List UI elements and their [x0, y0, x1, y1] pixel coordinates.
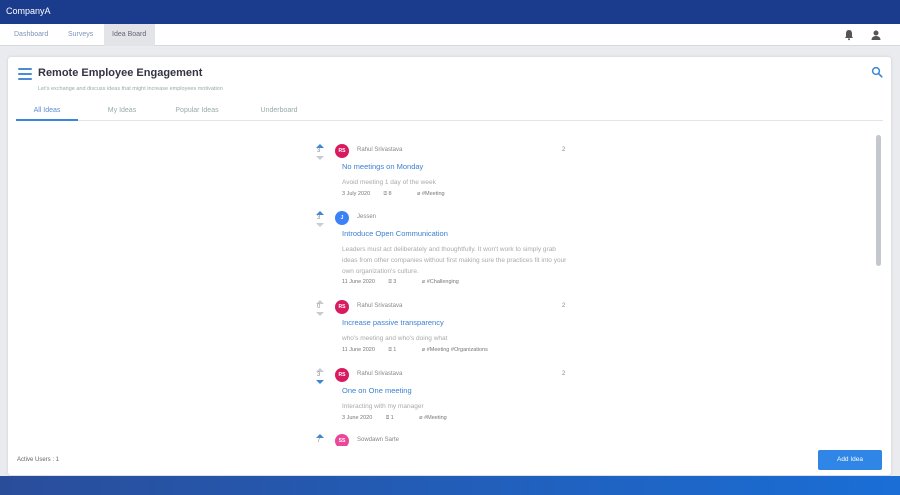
- idea-meta: 3 July 2020 ⌸ 8 ⌀ #Meeting: [342, 191, 469, 198]
- idea-description: Interacting with my manager: [342, 403, 424, 410]
- idea-item: 3 RS Rahul Srivastava 2 No meetings on M…: [314, 144, 574, 204]
- vote-count: 0: [317, 304, 321, 310]
- search-icon[interactable]: [871, 66, 883, 78]
- avatar: J: [335, 211, 349, 225]
- vote-count: 3: [317, 215, 321, 221]
- idea-item: 3 J Jessen Introduce Open Communication …: [314, 211, 574, 291]
- idea-tags: ⌀ #Meeting #Organizations: [421, 347, 488, 353]
- comments-count[interactable]: ⌸ 1: [388, 347, 408, 353]
- idea-tabs: All Ideas My Ideas Popular Ideas Underbo…: [16, 101, 883, 121]
- active-users: Active Users : 1: [17, 457, 60, 463]
- idea-description: Leaders must act deliberately and though…: [342, 246, 567, 275]
- tab-all-ideas[interactable]: All Ideas: [16, 101, 78, 121]
- vote-count: 7: [317, 438, 321, 444]
- page-subtitle: Let's exchange and discuss ideas that mi…: [38, 86, 223, 92]
- idea-author: Sowdawn Sarte: [357, 437, 400, 443]
- idea-item: 7 SS Sowdawn Sarte: [314, 434, 574, 446]
- avatar: RS: [335, 300, 349, 314]
- add-idea-button[interactable]: Add Idea: [818, 450, 882, 470]
- idea-author: Rahul Srivastava: [357, 147, 403, 153]
- idea-item: 0 RS Rahul Srivastava 2 Increase passive…: [314, 300, 574, 360]
- downvote-icon[interactable]: [316, 312, 324, 316]
- bell-icon[interactable]: [843, 29, 855, 41]
- idea-title[interactable]: Increase passive transparency: [342, 318, 444, 327]
- idea-date: 3 July 2020: [342, 191, 371, 197]
- idea-count: 2: [562, 303, 566, 309]
- idea-title[interactable]: Introduce Open Communication: [342, 229, 448, 238]
- idea-title[interactable]: No meetings on Monday: [342, 162, 423, 171]
- idea-meta: 11 June 2020 ⌸ 1 ⌀ #Meeting #Organizatio…: [342, 347, 512, 354]
- idea-date: 11 June 2020: [342, 279, 375, 285]
- comments-count[interactable]: ⌸ 1: [386, 415, 406, 421]
- idea-count: 2: [562, 371, 566, 377]
- idea-tags: ⌀ #Meeting: [417, 191, 445, 197]
- idea-tags: ⌀ #Challenging: [421, 279, 459, 285]
- tab-underboard[interactable]: Underboard: [248, 101, 310, 121]
- page-title: Remote Employee Engagement: [38, 67, 203, 79]
- menu-icon[interactable]: [18, 68, 32, 80]
- comments-count[interactable]: ⌸ 3: [388, 279, 408, 285]
- vote-count: 3: [317, 372, 321, 378]
- app-name: CompanyA: [6, 6, 51, 16]
- idea-description: Avoid meeting 1 day of the week: [342, 179, 436, 186]
- avatar: RS: [335, 144, 349, 158]
- idea-date: 3 June 2020: [342, 415, 373, 421]
- idea-author: Rahul Srivastava: [357, 371, 403, 377]
- scrollbar-thumb[interactable]: [876, 135, 881, 266]
- idea-description: who's meeting and who's doing what: [342, 335, 448, 342]
- idea-author: Rahul Srivastava: [357, 303, 403, 309]
- idea-meta: 11 June 2020 ⌸ 3 ⌀ #Challenging: [342, 279, 483, 286]
- avatar: RS: [335, 368, 349, 382]
- idea-title[interactable]: One on One meeting: [342, 386, 412, 395]
- tab-my-ideas[interactable]: My Ideas: [91, 101, 153, 121]
- nav-tab-dashboard[interactable]: Dashboard: [6, 24, 56, 46]
- app-header: CompanyA: [0, 0, 900, 24]
- bottom-bar: [0, 476, 900, 495]
- downvote-icon[interactable]: [316, 380, 324, 384]
- idea-date: 11 June 2020: [342, 347, 375, 353]
- idea-tags: ⌀ #Meeting: [419, 415, 447, 421]
- vote-count: 3: [317, 148, 321, 154]
- idea-meta: 3 June 2020 ⌸ 1 ⌀ #Meeting: [342, 415, 471, 422]
- nav-tab-surveys[interactable]: Surveys: [60, 24, 101, 46]
- avatar: SS: [335, 434, 349, 446]
- idea-author: Jessen: [357, 214, 377, 220]
- comments-count[interactable]: ⌸ 8: [384, 191, 404, 197]
- idea-item: 3 RS Rahul Srivastava 2 One on One meeti…: [314, 368, 574, 428]
- idea-count: 2: [562, 147, 566, 153]
- user-icon[interactable]: [870, 29, 882, 41]
- main-nav: Dashboard Surveys Idea Board: [0, 24, 900, 46]
- tab-popular-ideas[interactable]: Popular Ideas: [166, 101, 228, 121]
- downvote-icon[interactable]: [316, 156, 324, 160]
- nav-tab-idea-board[interactable]: Idea Board: [104, 24, 155, 46]
- downvote-icon[interactable]: [316, 223, 324, 227]
